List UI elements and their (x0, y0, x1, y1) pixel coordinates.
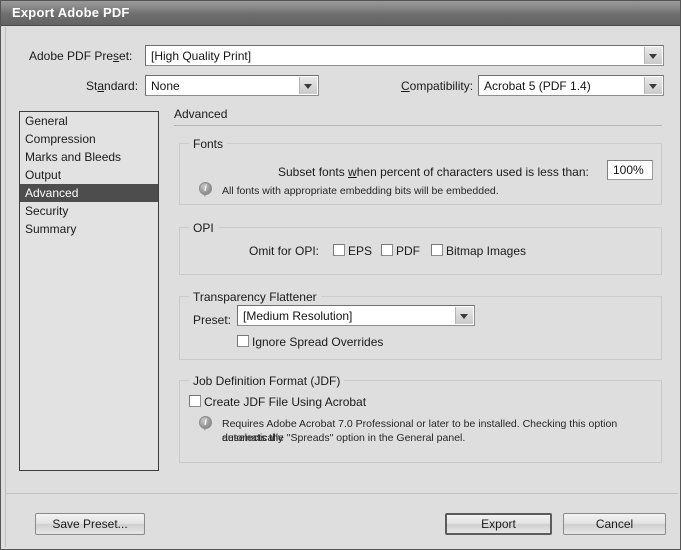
jdf-note-line2: deselects the "Spreads" option in the Ge… (222, 431, 465, 445)
info-icon: i (199, 416, 214, 431)
sidebar-item-summary[interactable]: Summary (20, 220, 158, 238)
transparency-flattener-group-label: Transparency Flattener (189, 290, 321, 304)
export-adobe-pdf-dialog: Export Adobe PDF Adobe PDF Preset: [High… (0, 0, 681, 550)
panel-divider (174, 125, 662, 126)
info-icon-glyph: i (199, 182, 212, 195)
ignore-spread-overrides-checkbox[interactable] (237, 335, 249, 347)
adobe-pdf-preset-label: Adobe PDF Preset: (29, 49, 132, 63)
standard-value: None (151, 79, 180, 93)
window-title: Export Adobe PDF (12, 5, 130, 20)
fonts-note: All fonts with appropriate embedding bit… (222, 184, 499, 198)
flattener-preset-label: Preset: (193, 313, 231, 327)
subset-fonts-label: Subset fonts when percent of characters … (278, 165, 589, 179)
opi-pdf-label[interactable]: PDF (396, 244, 420, 258)
sidebar-item-security[interactable]: Security (20, 202, 158, 220)
save-preset-button[interactable]: Save Preset... (35, 513, 145, 535)
compatibility-label: Compatibility: (401, 79, 473, 93)
opi-pdf-checkbox[interactable] (381, 244, 393, 256)
compatibility-select[interactable]: Acrobat 5 (PDF 1.4) (478, 75, 664, 96)
footer-divider (5, 493, 678, 494)
standard-select[interactable]: None (145, 75, 319, 96)
flattener-preset-select[interactable]: [Medium Resolution] (237, 305, 475, 326)
chevron-down-icon[interactable] (299, 77, 317, 94)
create-jdf-file-checkbox[interactable] (189, 395, 201, 407)
omit-for-opi-label: Omit for OPI: (249, 244, 319, 258)
jdf-group-label: Job Definition Format (JDF) (189, 374, 344, 388)
ignore-spread-overrides-label[interactable]: Ignore Spread Overrides (252, 335, 383, 349)
sidebar-item-marks-and-bleeds[interactable]: Marks and Bleeds (20, 148, 158, 166)
adobe-pdf-preset-select[interactable]: [High Quality Print] (145, 45, 664, 66)
opi-bitmap-images-label[interactable]: Bitmap Images (446, 244, 526, 258)
cancel-button[interactable]: Cancel (563, 513, 666, 535)
subset-fonts-percent-value: 100% (613, 163, 644, 177)
adobe-pdf-preset-value: [High Quality Print] (151, 49, 251, 63)
flattener-preset-value: [Medium Resolution] (243, 309, 352, 323)
opi-eps-label[interactable]: EPS (348, 244, 372, 258)
info-icon-glyph: i (199, 416, 212, 429)
sidebar-item-advanced[interactable]: Advanced (20, 184, 158, 202)
export-button[interactable]: Export (445, 513, 552, 535)
info-icon: i (199, 182, 214, 197)
opi-group-label: OPI (189, 221, 218, 235)
chevron-down-icon[interactable] (644, 77, 662, 94)
opi-bitmap-images-checkbox[interactable] (431, 244, 443, 256)
sidebar-item-output[interactable]: Output (20, 166, 158, 184)
chevron-down-icon[interactable] (644, 47, 662, 64)
panel-title: Advanced (174, 107, 227, 121)
opi-eps-checkbox[interactable] (333, 244, 345, 256)
sidebar-item-compression[interactable]: Compression (20, 130, 158, 148)
standard-label: Standard: (86, 79, 138, 93)
settings-category-list[interactable]: General Compression Marks and Bleeds Out… (19, 111, 159, 471)
create-jdf-file-label[interactable]: Create JDF File Using Acrobat (204, 395, 366, 409)
fonts-group-label: Fonts (189, 137, 227, 151)
title-bar: Export Adobe PDF (1, 1, 681, 26)
sidebar-item-general[interactable]: General (20, 112, 158, 130)
subset-fonts-percent-input[interactable]: 100% (607, 160, 653, 180)
chevron-down-icon[interactable] (455, 307, 473, 324)
compatibility-value: Acrobat 5 (PDF 1.4) (484, 79, 591, 93)
